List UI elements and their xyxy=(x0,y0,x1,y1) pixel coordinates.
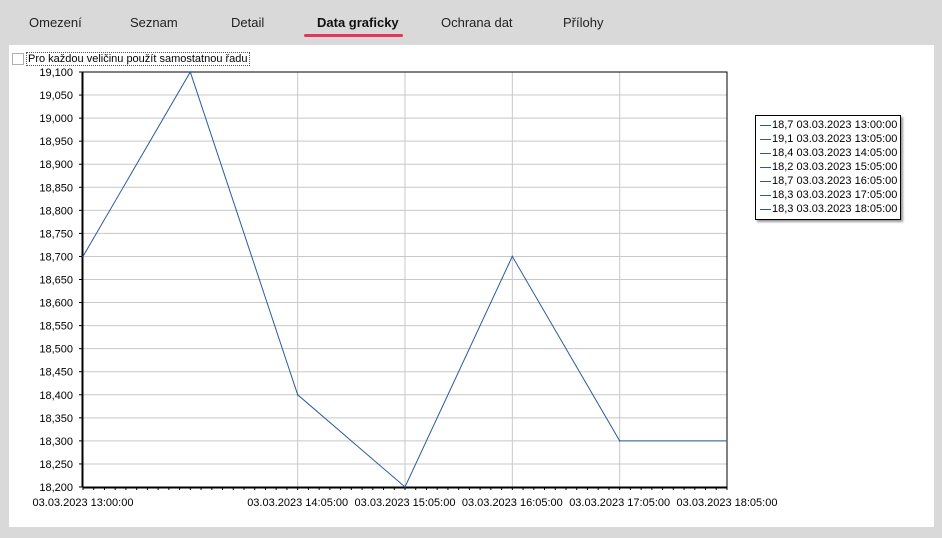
y-tick-label: 18,900 xyxy=(39,159,73,171)
legend-item-label: 18,3 03.03.2023 18:05:00 xyxy=(772,203,898,215)
y-tick-label: 18,350 xyxy=(39,413,73,425)
legend-item-label: 19,1 03.03.2023 13:05:00 xyxy=(772,133,898,145)
y-tick-label: 18,500 xyxy=(39,344,73,356)
y-tick-label: 18,650 xyxy=(39,275,73,287)
x-tick-label: 03.03.2023 18:05:00 xyxy=(677,497,778,509)
legend-item: 18,3 03.03.2023 18:05:00 xyxy=(760,202,900,216)
legend-item-label: 18,7 03.03.2023 16:05:00 xyxy=(772,175,898,187)
x-tick-label: 03.03.2023 17:05:00 xyxy=(569,497,670,509)
legend-item-label: 18,7 03.03.2023 13:00:00 xyxy=(772,119,898,131)
y-tick-label: 18,950 xyxy=(39,136,73,148)
legend-item: 18,7 03.03.2023 13:00:00 xyxy=(760,118,900,132)
y-tick-label: 18,700 xyxy=(39,251,73,263)
x-tick-label: 03.03.2023 14:05:00 xyxy=(247,497,348,509)
legend-line-symbol xyxy=(760,152,771,154)
legend-line-symbol xyxy=(760,124,771,126)
legend-line-symbol xyxy=(760,180,771,182)
y-tick-label: 18,750 xyxy=(39,228,73,240)
data-point xyxy=(296,393,299,396)
legend-item-label: 18,3 03.03.2023 17:05:00 xyxy=(772,189,898,201)
x-tick-label: 03.03.2023 16:05:00 xyxy=(462,497,563,509)
legend-item-label: 18,2 03.03.2023 15:05:00 xyxy=(772,161,898,173)
legend-item-label: 18,4 03.03.2023 14:05:00 xyxy=(772,147,898,159)
x-tick-label: 03.03.2023 15:05:00 xyxy=(355,497,456,509)
y-tick-label: 18,400 xyxy=(39,390,73,402)
y-tick-label: 19,000 xyxy=(39,113,73,125)
y-tick-label: 18,200 xyxy=(39,482,73,494)
line-chart: 18,200 18,250 18,300 18,350 18,400 18,450 18,5… xyxy=(33,67,778,509)
y-tick-label: 19,050 xyxy=(39,90,73,102)
chart-legend: 18,7 03.03.2023 13:00:00 19,1 03.03.2023 … xyxy=(755,115,901,220)
legend-line-symbol xyxy=(760,208,771,210)
legend-item: 18,2 03.03.2023 15:05:00 xyxy=(760,160,900,174)
data-point xyxy=(618,440,621,442)
y-tick-label: 18,850 xyxy=(39,182,73,194)
y-tick-label: 18,450 xyxy=(39,367,73,379)
legend-item: 18,4 03.03.2023 14:05:00 xyxy=(760,146,900,160)
data-point xyxy=(404,486,406,488)
data-point xyxy=(726,440,728,442)
y-tick-label: 18,250 xyxy=(39,459,73,471)
data-point xyxy=(511,255,514,258)
y-tick-label: 18,800 xyxy=(39,205,73,217)
y-tick-label: 18,300 xyxy=(39,436,73,448)
y-tick-label: 18,600 xyxy=(39,298,73,310)
data-point xyxy=(82,255,84,258)
legend-line-symbol xyxy=(760,138,771,140)
legend-line-symbol xyxy=(760,166,771,168)
x-tick-label: 03.03.2023 13:00:00 xyxy=(33,497,134,509)
legend-line-symbol xyxy=(760,194,771,196)
y-tick-label: 19,100 xyxy=(39,67,73,79)
legend-item: 19,1 03.03.2023 13:05:00 xyxy=(760,132,900,146)
data-point xyxy=(189,71,192,73)
y-tick-label: 18,550 xyxy=(39,321,73,333)
legend-item: 18,7 03.03.2023 16:05:00 xyxy=(760,174,900,188)
legend-item: 18,3 03.03.2023 17:05:00 xyxy=(760,188,900,202)
